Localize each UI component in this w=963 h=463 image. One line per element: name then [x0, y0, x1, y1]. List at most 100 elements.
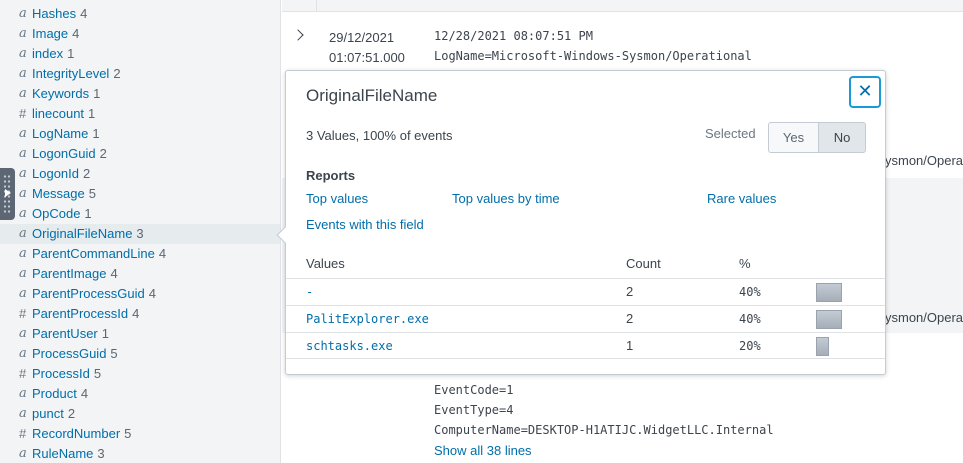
- number-type-icon: #: [19, 306, 27, 321]
- events-with-field-link[interactable]: Events with this field: [306, 217, 424, 232]
- field-name-label: RuleName: [32, 446, 94, 461]
- sidebar-field-item[interactable]: a ParentImage 4: [0, 264, 280, 284]
- top-values-link[interactable]: Top values: [306, 191, 368, 206]
- field-name[interactable]: LogonId 2: [32, 164, 90, 184]
- sidebar-field-item[interactable]: a OpCode 1: [0, 204, 280, 224]
- value-link[interactable]: -: [306, 279, 313, 305]
- close-icon: ✕: [857, 81, 873, 101]
- number-type-icon: #: [19, 366, 27, 381]
- event-raw-line: EventCode=1: [434, 383, 514, 397]
- value-row: PalitExplorer.exe 2 40%: [286, 305, 885, 332]
- sidebar-field-item[interactable]: a Keywords 1: [0, 84, 280, 104]
- field-name[interactable]: RecordNumber 5: [32, 424, 131, 444]
- field-name-label: Image: [32, 26, 69, 41]
- field-value-count: 4: [148, 286, 156, 301]
- field-name[interactable]: index 1: [32, 44, 74, 64]
- selected-no-button[interactable]: No: [818, 122, 866, 153]
- field-name-label: ParentImage: [32, 266, 107, 281]
- field-name[interactable]: ParentUser 1: [32, 324, 109, 344]
- field-name[interactable]: ProcessId 5: [32, 364, 101, 384]
- selected-label: Selected: [705, 126, 756, 141]
- sidebar-field-item[interactable]: a punct 2: [0, 404, 280, 424]
- field-name[interactable]: linecount 1: [32, 104, 95, 124]
- field-name-label: ProcessId: [32, 366, 90, 381]
- field-name[interactable]: ParentProcessGuid 4: [32, 284, 156, 304]
- field-name[interactable]: OriginalFileName 3: [32, 224, 144, 244]
- field-value-count: 3: [136, 226, 144, 241]
- sidebar-field-item[interactable]: a ParentCommandLine 4: [0, 244, 280, 264]
- field-name[interactable]: Message 5: [32, 184, 96, 204]
- value-link[interactable]: PalitExplorer.exe: [306, 306, 429, 332]
- field-name[interactable]: Product 4: [32, 384, 88, 404]
- field-name[interactable]: Keywords 1: [32, 84, 100, 104]
- field-name[interactable]: OpCode 1: [32, 204, 92, 224]
- field-name-label: OpCode: [32, 206, 81, 221]
- string-type-icon: a: [19, 146, 27, 161]
- show-all-lines-link[interactable]: Show all 38 lines: [434, 441, 532, 461]
- field-summary-popover: OriginalFileName ✕ 3 Values, 100% of eve…: [276, 70, 886, 375]
- field-name[interactable]: RuleName 3: [32, 444, 105, 463]
- string-type-icon: a: [19, 46, 27, 61]
- reports-heading: Reports: [306, 168, 356, 183]
- field-name[interactable]: ParentImage 4: [32, 264, 118, 284]
- field-name[interactable]: ProcessGuid 5: [32, 344, 118, 364]
- sidebar-field-item[interactable]: a IntegrityLevel 2: [0, 64, 280, 84]
- sidebar-field-item[interactable]: a RuleName 3: [0, 444, 280, 463]
- expand-arrow-icon: [5, 189, 11, 197]
- sidebar-field-item[interactable]: a index 1: [0, 44, 280, 64]
- sidebar-field-item[interactable]: # ParentProcessId 4: [0, 304, 280, 324]
- field-value-count: 1: [88, 106, 96, 121]
- value-link[interactable]: schtasks.exe: [306, 333, 393, 359]
- value-count: 2: [626, 311, 634, 326]
- sidebar-field-item[interactable]: a Image 4: [0, 24, 280, 44]
- field-name[interactable]: LogName 1: [32, 124, 100, 144]
- field-value-count: 1: [92, 126, 100, 141]
- sidebar-field-item[interactable]: # ProcessId 5: [0, 364, 280, 384]
- field-name[interactable]: Hashes 4: [32, 4, 87, 24]
- close-button[interactable]: ✕: [849, 76, 881, 108]
- selected-yes-button[interactable]: Yes: [768, 122, 819, 153]
- string-type-icon: a: [19, 446, 27, 461]
- field-name[interactable]: Image 4: [32, 24, 79, 44]
- sidebar-field-item[interactable]: a Product 4: [0, 384, 280, 404]
- sidebar-field-item[interactable]: a ParentUser 1: [0, 324, 280, 344]
- field-name[interactable]: LogonGuid 2: [32, 144, 107, 164]
- percent-bar-track: [816, 283, 842, 302]
- string-type-icon: a: [19, 86, 27, 101]
- number-type-icon: #: [19, 426, 27, 441]
- rare-values-link[interactable]: Rare values: [707, 191, 776, 206]
- field-name[interactable]: ParentCommandLine 4: [32, 244, 166, 264]
- sidebar-field-item[interactable]: a ParentProcessGuid 4: [0, 284, 280, 304]
- sidebar-field-item[interactable]: a ProcessGuid 5: [0, 344, 280, 364]
- field-name-label: Message: [32, 186, 85, 201]
- string-type-icon: a: [19, 26, 27, 41]
- event-raw-fragment: ysmon/Opera: [885, 310, 963, 325]
- sidebar-field-item[interactable]: # linecount 1: [0, 104, 280, 124]
- field-name[interactable]: IntegrityLevel 2: [32, 64, 121, 84]
- sidebar-field-item[interactable]: a LogonGuid 2: [0, 144, 280, 164]
- sidebar-field-item[interactable]: a Message 5: [0, 184, 280, 204]
- event-raw-line: 12/28/2021 08:07:51 PM: [434, 29, 593, 43]
- values-summary: 3 Values, 100% of events: [306, 128, 453, 143]
- sidebar-field-item[interactable]: # RecordNumber 5: [0, 424, 280, 444]
- top-values-by-time-link[interactable]: Top values by time: [452, 191, 560, 206]
- field-value-count: 2: [113, 66, 121, 81]
- field-name[interactable]: ParentProcessId 4: [32, 304, 139, 324]
- field-value-count: 5: [124, 426, 132, 441]
- field-name-label: ParentProcessGuid: [32, 286, 145, 301]
- sidebar-field-item[interactable]: a Hashes 4: [0, 4, 280, 24]
- string-type-icon: a: [19, 166, 27, 181]
- field-value-count: 1: [93, 86, 101, 101]
- sidebar-field-item[interactable]: a OriginalFileName 3: [0, 224, 280, 244]
- string-type-icon: a: [19, 6, 27, 21]
- expand-event-chevron-icon[interactable]: [292, 29, 304, 41]
- sidebar-field-item[interactable]: a LogonId 2: [0, 164, 280, 184]
- field-name-label: ParentUser: [32, 326, 98, 341]
- events-table-header: [282, 0, 963, 12]
- field-value-count: 1: [101, 326, 109, 341]
- sidebar-collapse-handle[interactable]: [0, 168, 15, 220]
- sidebar-field-item[interactable]: a LogName 1: [0, 124, 280, 144]
- field-name[interactable]: punct 2: [32, 404, 75, 424]
- popover-title: OriginalFileName: [306, 86, 438, 105]
- header-divider: [316, 0, 317, 12]
